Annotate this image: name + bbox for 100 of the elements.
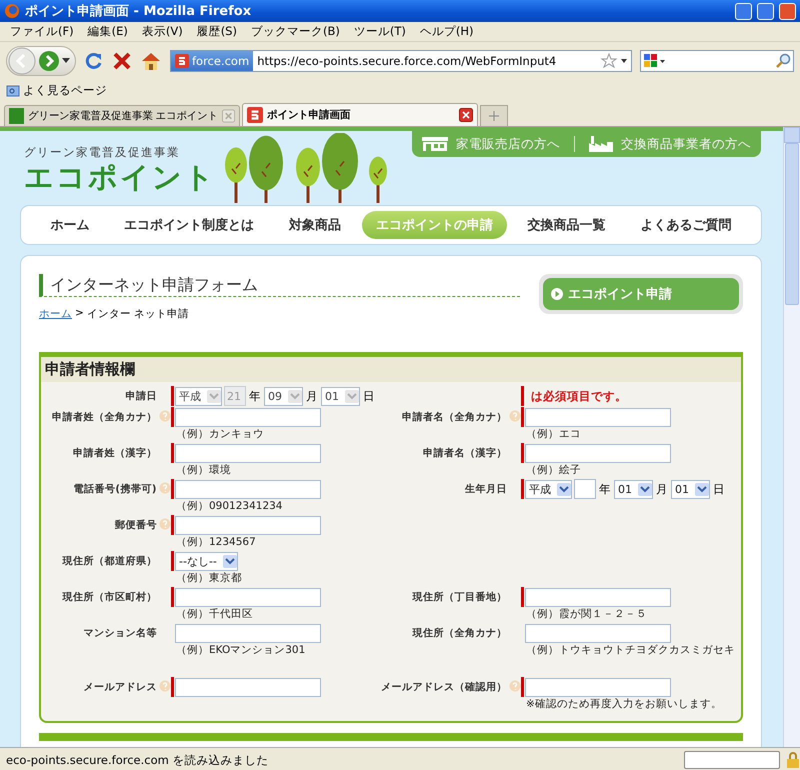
field-label: メールアドレス [84,681,157,694]
help-icon[interactable] [159,410,171,422]
unit-label: 月 [305,388,319,404]
address-bar[interactable]: force.com https://eco-points.secure.force.com/WebFormInput4 [170,50,632,72]
help-icon[interactable] [509,680,521,692]
input-field[interactable] [175,678,321,696]
field-label: 現住所（丁目番地） [412,590,507,604]
plus-icon [489,111,499,121]
field-label: 電話番号(携帯可) [73,482,157,496]
browser-tab[interactable]: ポイント申請画面 [242,103,478,126]
example-hint: ※確認のため再度入力をお願いします。 [525,697,722,712]
new-tab-button[interactable] [480,105,508,126]
unit-label: 日 [712,482,726,496]
menu-item[interactable]: ファイル(F) [4,24,80,39]
menu-item[interactable]: ブックマーク(B) [244,24,346,39]
page-title: インターネット申請フォーム [39,274,520,297]
maximize-button[interactable] [757,2,774,20]
help-icon[interactable] [509,410,521,422]
close-button[interactable] [779,2,796,20]
stop-icon[interactable] [112,51,132,71]
input-field[interactable] [525,624,671,642]
field-label: 生年月日 [465,482,507,496]
bookmark-item[interactable]: よく見るページ [23,83,107,98]
back-forward-buttons[interactable] [6,46,76,76]
dropdown[interactable]: 01 [614,480,653,498]
nav-item[interactable]: よくあるご質問 [626,211,746,239]
input-field[interactable] [525,588,671,606]
example-hint: （例）千代田区 [175,607,253,622]
example-hint: （例）絵子 [525,463,581,478]
help-icon[interactable] [159,680,171,692]
input-field[interactable] [175,516,321,534]
example-hint: （例）東京都 [175,571,242,586]
breadcrumb-separator: > [75,307,84,321]
example-hint: （例）環境 [175,463,231,478]
menu-item[interactable]: ツール(T) [348,24,412,39]
menu-item[interactable]: 表示(V) [136,24,189,39]
input-field[interactable] [175,588,321,606]
unit-label: 年 [598,482,612,496]
favicon-icon [247,107,263,123]
home-icon[interactable] [140,51,162,71]
input-field[interactable] [525,678,671,696]
menu-item[interactable]: 履歴(S) [190,24,243,39]
reload-icon[interactable] [84,51,104,71]
unit-label: 日 [362,388,376,404]
example-hint: （例）霞が関１－２－５ [525,607,647,622]
field-label: 申請者名（漢字） [423,446,507,460]
field-label: 現住所（都道府県） [62,554,157,568]
nav-item[interactable]: 交換商品一覧 [514,211,620,239]
field-label: 申請者名（全角カナ） [402,410,507,424]
input-field[interactable] [175,408,321,426]
dropdown[interactable]: 平成 [525,480,572,498]
dropdown[interactable]: --なし-- [175,552,238,570]
star-icon[interactable] [601,53,617,69]
field-label: マンション名等 [84,626,157,640]
play-circle-icon [551,288,563,300]
example-hint: （例）カンキョウ [175,427,264,442]
input-field[interactable] [175,480,321,498]
field-label: 申請日 [126,390,157,403]
field-label: メールアドレス（確認用） [381,680,507,694]
field-label: 現住所（市区町村） [62,590,157,604]
nav-item[interactable]: 対象商品 [275,211,356,239]
close-tab-icon[interactable] [459,108,473,122]
scrollbar[interactable] [783,127,800,747]
site-identity-button[interactable]: force.com [171,51,254,71]
example-hint: （例）トウキョウトチヨダクカスミガセキ [525,643,735,658]
unit-label: 年 [248,388,262,404]
browser-logo-icon [4,3,20,19]
breadcrumb-current: インター ネット申請 [86,307,190,321]
field-label: 現住所（全角カナ） [412,626,507,640]
example-hint: （例）エコ [525,427,581,442]
input-field[interactable] [175,444,321,462]
minimize-button[interactable] [735,2,752,20]
store-icon [422,137,448,151]
required-legend: は必須項目です。 [525,388,627,404]
section-heading: 申請者情報欄 [41,357,741,382]
search-icon[interactable] [775,53,791,69]
menu-item[interactable]: 編集(E) [82,24,134,39]
help-icon[interactable] [159,518,171,530]
search-field[interactable] [640,50,794,72]
input-field[interactable] [525,408,671,426]
search-engine-icon[interactable] [643,53,667,69]
url-text: https://eco-points.secure.force.com/WebFormInput4 [256,54,558,68]
example-hint: （例）EKOマンション301 [175,643,306,658]
status-text: eco-points.secure.force.com を読み込みました [6,752,270,768]
nav-item[interactable]: ホーム [36,211,104,239]
year-field[interactable] [574,479,596,499]
nav-item[interactable]: エコポイント制度とは [110,211,268,239]
field-label: 郵便番号 [115,518,157,532]
input-field[interactable] [175,624,321,642]
breadcrumb-link[interactable]: ホーム [39,307,72,321]
menu-item[interactable]: ヘルプ(H) [414,24,480,39]
unit-label: 月 [655,482,669,496]
example-hint: （例）1234567 [175,535,256,550]
field-label: 申請者姓（漢字） [73,446,157,460]
dropdown[interactable]: 01 [671,480,710,498]
window-title: ポイント申請画面 - Mozilla Firefox [25,3,252,20]
factory-icon [589,136,613,152]
browser-tab[interactable]: グリーン家電普及促進事業 エコポイント [4,105,240,126]
help-icon[interactable] [159,482,171,494]
input-field[interactable] [525,444,671,462]
